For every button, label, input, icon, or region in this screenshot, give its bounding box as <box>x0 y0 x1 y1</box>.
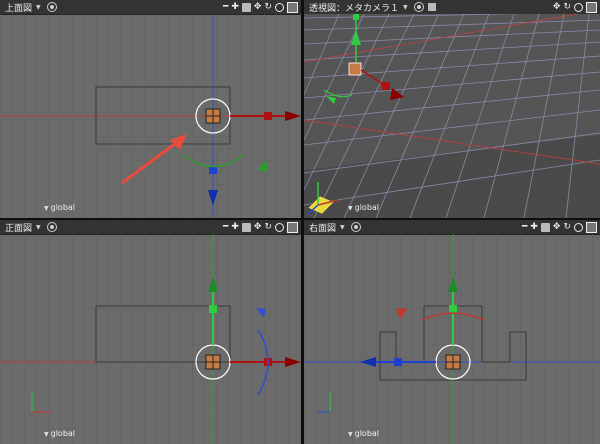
x-scale-handle <box>264 112 272 120</box>
window-icon[interactable] <box>586 1 597 13</box>
viewport-right[interactable]: 右面図 ▼ ━ ✚ ✥ ↻ ▼ global <box>304 220 600 444</box>
window-icon[interactable] <box>287 221 298 233</box>
scene-canvas[interactable] <box>304 234 600 444</box>
coordinate-system-selector[interactable]: ▼ global <box>44 203 75 212</box>
coordinate-system-selector[interactable]: ▼ global <box>348 203 379 212</box>
dropdown-icon[interactable]: ▼ <box>340 224 345 231</box>
camera-icon[interactable] <box>241 2 251 12</box>
zoom-out-icon[interactable]: ━ <box>522 222 527 232</box>
viewport-title: 右面図 <box>309 223 337 234</box>
viewport-toolbar: 右面図 ▼ ━ ✚ ✥ ↻ <box>304 220 600 235</box>
viewport-title: 透視図：メタカメラ１ <box>309 3 400 14</box>
visibility-icon[interactable] <box>46 2 57 12</box>
viewport-toolbar: 正面図 ▼ ━ ✚ ✥ ↻ <box>0 220 301 235</box>
rotate-icon[interactable]: ↻ <box>563 222 571 232</box>
camera-icon[interactable] <box>540 222 550 232</box>
rotate-icon[interactable]: ↻ <box>563 2 571 12</box>
y-scale-handle <box>209 305 217 313</box>
camera-icon[interactable] <box>241 222 251 232</box>
viewport-toolbar: 透視図：メタカメラ１ ▼ ✥ ↻ <box>304 0 600 15</box>
visibility-icon[interactable] <box>413 2 424 12</box>
pivot-handle <box>348 62 362 76</box>
viewport-toolbar: 上面図 ▼ ━ ✚ ✥ ↻ <box>0 0 301 15</box>
viewport-title: 正面図 <box>5 223 33 234</box>
viewport-top[interactable]: 上面図 ▼ ━ ✚ ✥ ↻ ▼ global <box>0 0 301 218</box>
magnify-icon[interactable] <box>275 2 284 12</box>
dropdown-icon[interactable]: ▼ <box>36 4 41 11</box>
zoom-in-icon[interactable]: ✚ <box>231 2 239 12</box>
visibility-icon[interactable] <box>350 222 361 232</box>
magnify-icon[interactable] <box>275 222 284 232</box>
viewport-perspective[interactable]: 透視図：メタカメラ１ ▼ ✥ ↻ ▼ global <box>304 0 600 218</box>
dropdown-icon[interactable]: ▼ <box>403 4 408 11</box>
shading-icon[interactable] <box>427 3 436 11</box>
viewport-title: 上面図 <box>5 3 33 14</box>
rotate-icon[interactable]: ↻ <box>264 222 272 232</box>
zoom-in-icon[interactable]: ✚ <box>530 222 538 232</box>
zoom-out-icon[interactable]: ━ <box>223 2 228 12</box>
move-icon[interactable]: ✥ <box>254 222 262 232</box>
visibility-icon[interactable] <box>46 222 57 232</box>
zoom-out-icon[interactable]: ━ <box>223 222 228 232</box>
scene-canvas[interactable] <box>0 14 301 218</box>
scene-canvas[interactable] <box>304 14 600 218</box>
move-icon[interactable]: ✥ <box>553 2 561 12</box>
magnify-icon[interactable] <box>574 222 583 232</box>
move-icon[interactable]: ✥ <box>254 2 262 12</box>
scene-canvas[interactable] <box>0 234 301 444</box>
rotate-icon[interactable]: ↻ <box>264 2 272 12</box>
coordinate-system-selector[interactable]: ▼ global <box>348 429 379 438</box>
dropdown-icon[interactable]: ▼ <box>36 224 41 231</box>
zoom-in-icon[interactable]: ✚ <box>231 222 239 232</box>
window-icon[interactable] <box>287 1 298 13</box>
move-icon[interactable]: ✥ <box>553 222 561 232</box>
magnify-icon[interactable] <box>574 2 583 12</box>
viewport-front[interactable]: 正面図 ▼ ━ ✚ ✥ ↻ ▼ global <box>0 220 301 444</box>
coordinate-system-selector[interactable]: ▼ global <box>44 429 75 438</box>
window-icon[interactable] <box>586 221 597 233</box>
